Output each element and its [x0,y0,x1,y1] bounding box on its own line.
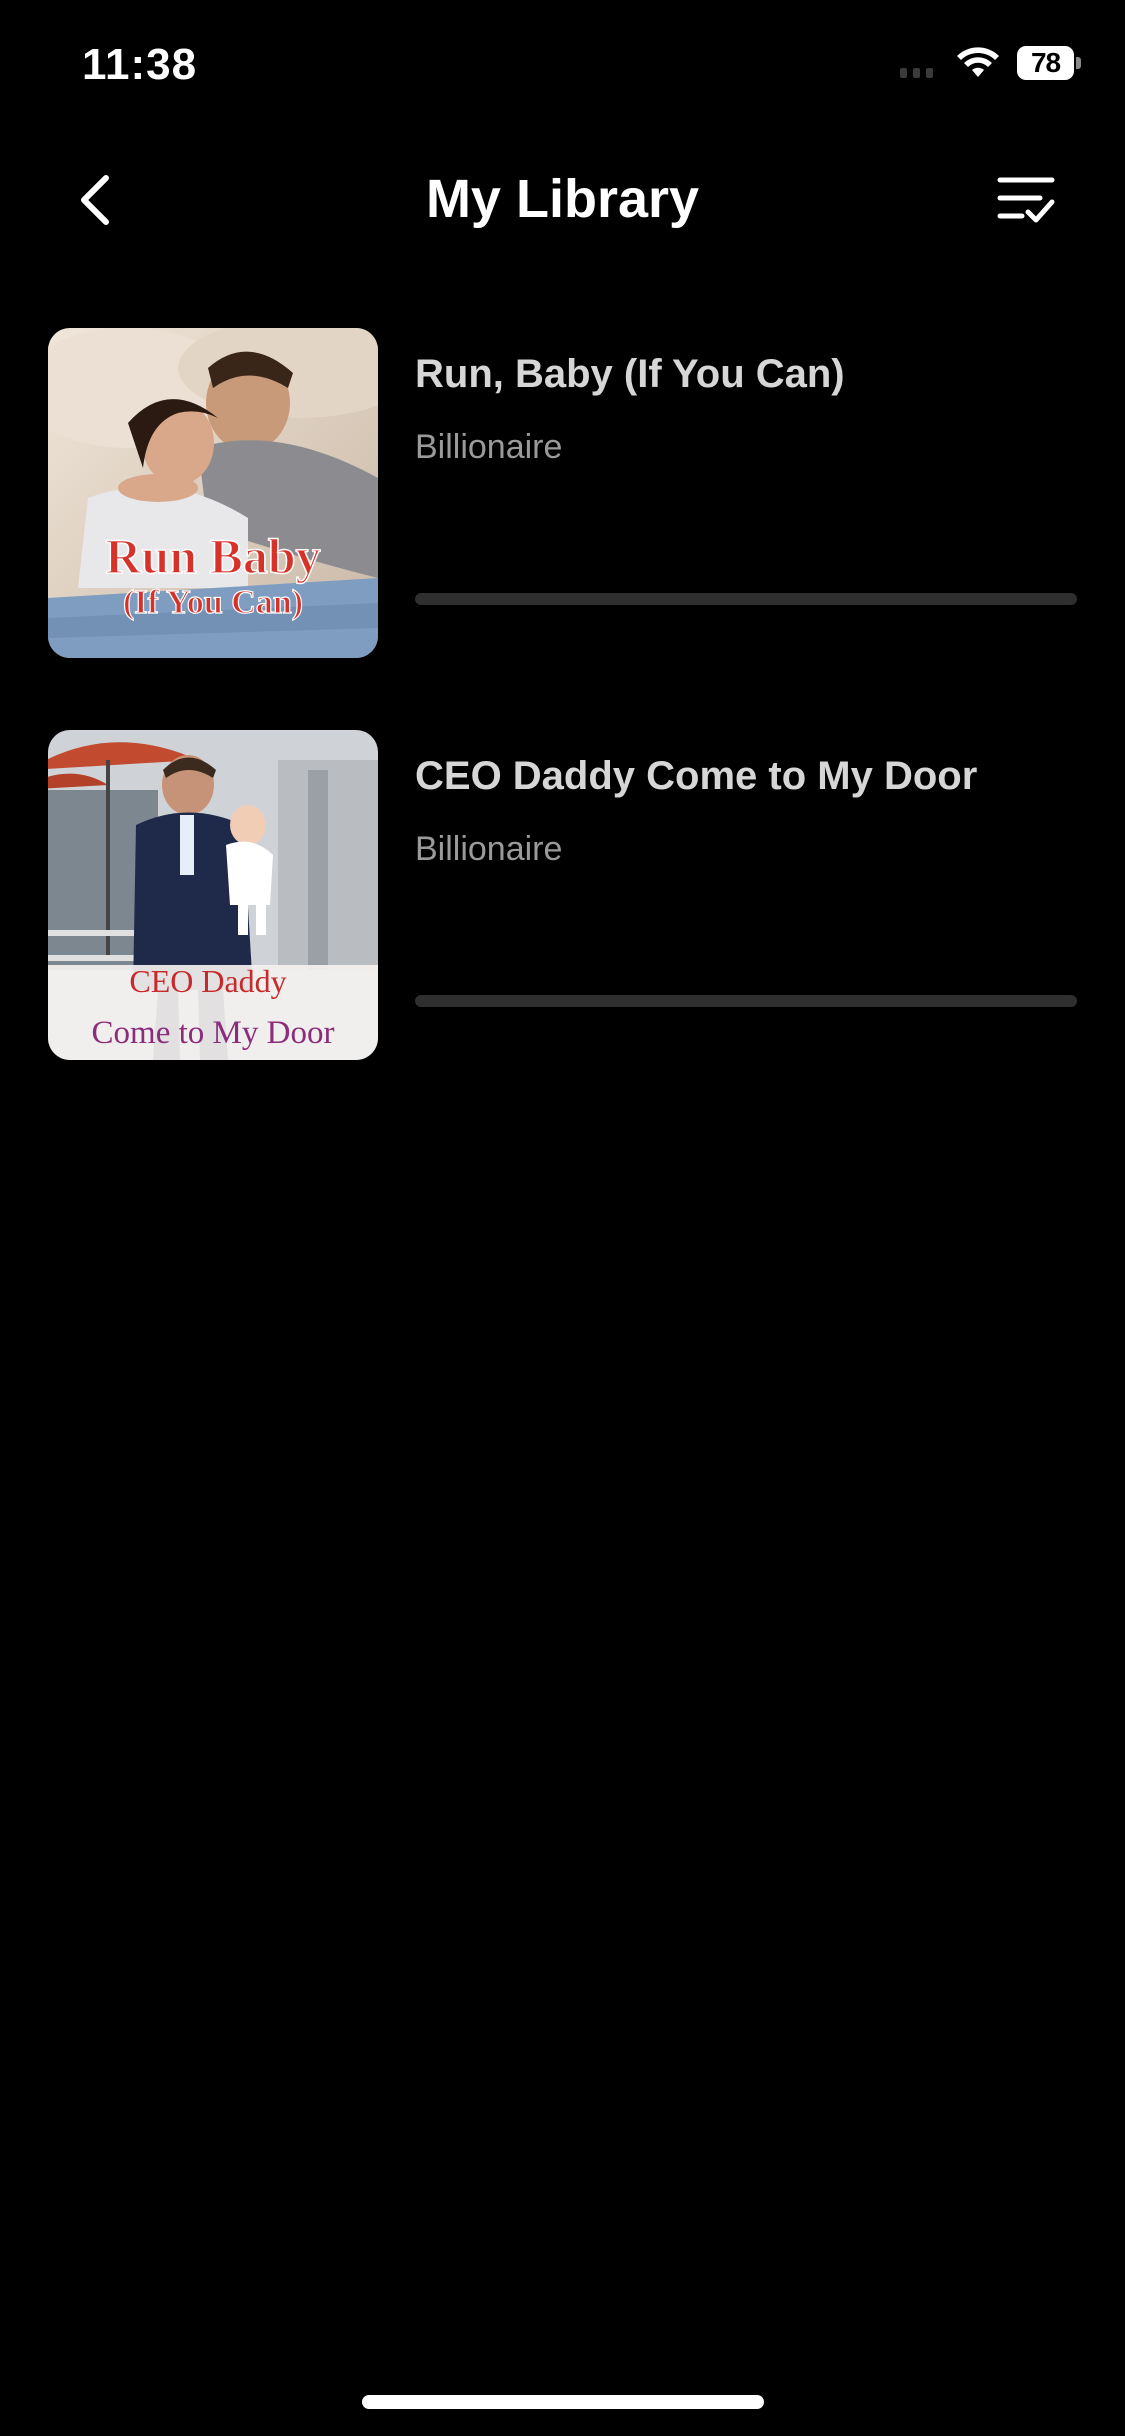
status-bar: 11:38 78 [0,0,1125,140]
reading-progress-bar [415,593,1077,605]
battery-level: 78 [1017,46,1075,80]
wifi-icon [957,47,999,77]
cover-title-line1: CEO Daddy [129,963,286,999]
book-list: Run Baby (If You Can) Run, Baby (If You … [0,328,1125,1132]
cover-image: Run Baby (If You Can) [48,328,378,658]
edit-list-button[interactable] [991,168,1061,232]
book-cover-ceo-daddy: CEO Daddy Come to My Door [48,730,378,1060]
signal-icon [900,48,933,78]
book-genre: Billionaire [415,428,563,466]
status-icons: 78 [900,46,1081,80]
list-check-icon [997,177,1055,223]
book-title: Run, Baby (If You Can) [415,352,845,396]
battery-icon: 78 [1017,46,1081,80]
cover-image: CEO Daddy Come to My Door [48,730,378,1060]
reading-progress-bar [415,995,1077,1007]
nav-bar: My Library [0,140,1125,260]
cover-title-line2: (If You Can) [123,584,303,621]
page-title: My Library [425,169,700,229]
book-item-run-baby[interactable]: Run Baby (If You Can) Run, Baby (If You … [0,328,1125,658]
cover-title-line2: Come to My Door [92,1015,335,1051]
book-title: CEO Daddy Come to My Door [415,754,978,798]
home-indicator[interactable] [362,2395,764,2409]
cover-title-line1: Run Baby [105,528,320,584]
book-cover-run-baby: Run Baby (If You Can) [48,328,378,658]
book-item-ceo-daddy[interactable]: CEO Daddy Come to My Door CEO Daddy Come… [0,730,1125,1060]
book-genre: Billionaire [415,830,563,868]
status-time: 11:38 [82,40,198,89]
